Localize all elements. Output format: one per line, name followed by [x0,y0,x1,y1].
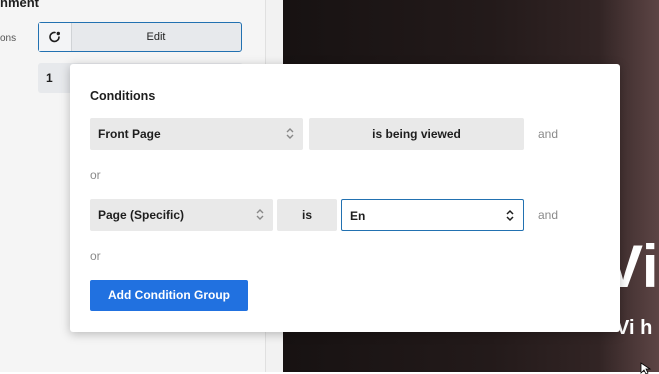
and-label-2: and [538,208,559,222]
and-label-1: and [538,127,559,141]
hero-subtitle: Vi h [616,317,653,339]
popover-title: Conditions [90,89,156,103]
add-condition-group-button[interactable]: Add Condition Group [90,280,248,311]
conditions-popover: Conditions Front Page is being viewed an… [70,64,620,332]
number-value: 1 [46,71,53,85]
condition-value-select-2[interactable]: En [341,199,524,231]
edit-button-label: Edit [146,31,166,43]
up-down-arrows-icon [286,128,294,139]
condition-subject-select-2[interactable]: Page (Specific) [90,199,273,231]
operator-value-2: is [301,208,312,222]
or-label-1: or [90,168,101,182]
condition-operator-1[interactable]: is being viewed [309,118,524,150]
up-down-arrows-icon [506,209,514,222]
condition-operator-2[interactable]: is [277,199,337,231]
or-label-2: or [90,249,101,263]
subject-value-2: Page (Specific) [98,208,185,222]
operator-value-1: is being viewed [372,127,461,141]
edit-conditions-button[interactable]: Edit [38,22,242,52]
mouse-cursor-icon [640,362,652,374]
subject-value-1: Front Page [98,127,161,141]
up-down-arrows-icon [256,209,264,220]
condition-subject-select-1[interactable]: Front Page [90,118,303,150]
conditions-label: ons [0,33,17,44]
value-value-2: En [350,209,366,223]
section-title: nment [0,0,39,10]
conditions-icon [39,23,72,51]
